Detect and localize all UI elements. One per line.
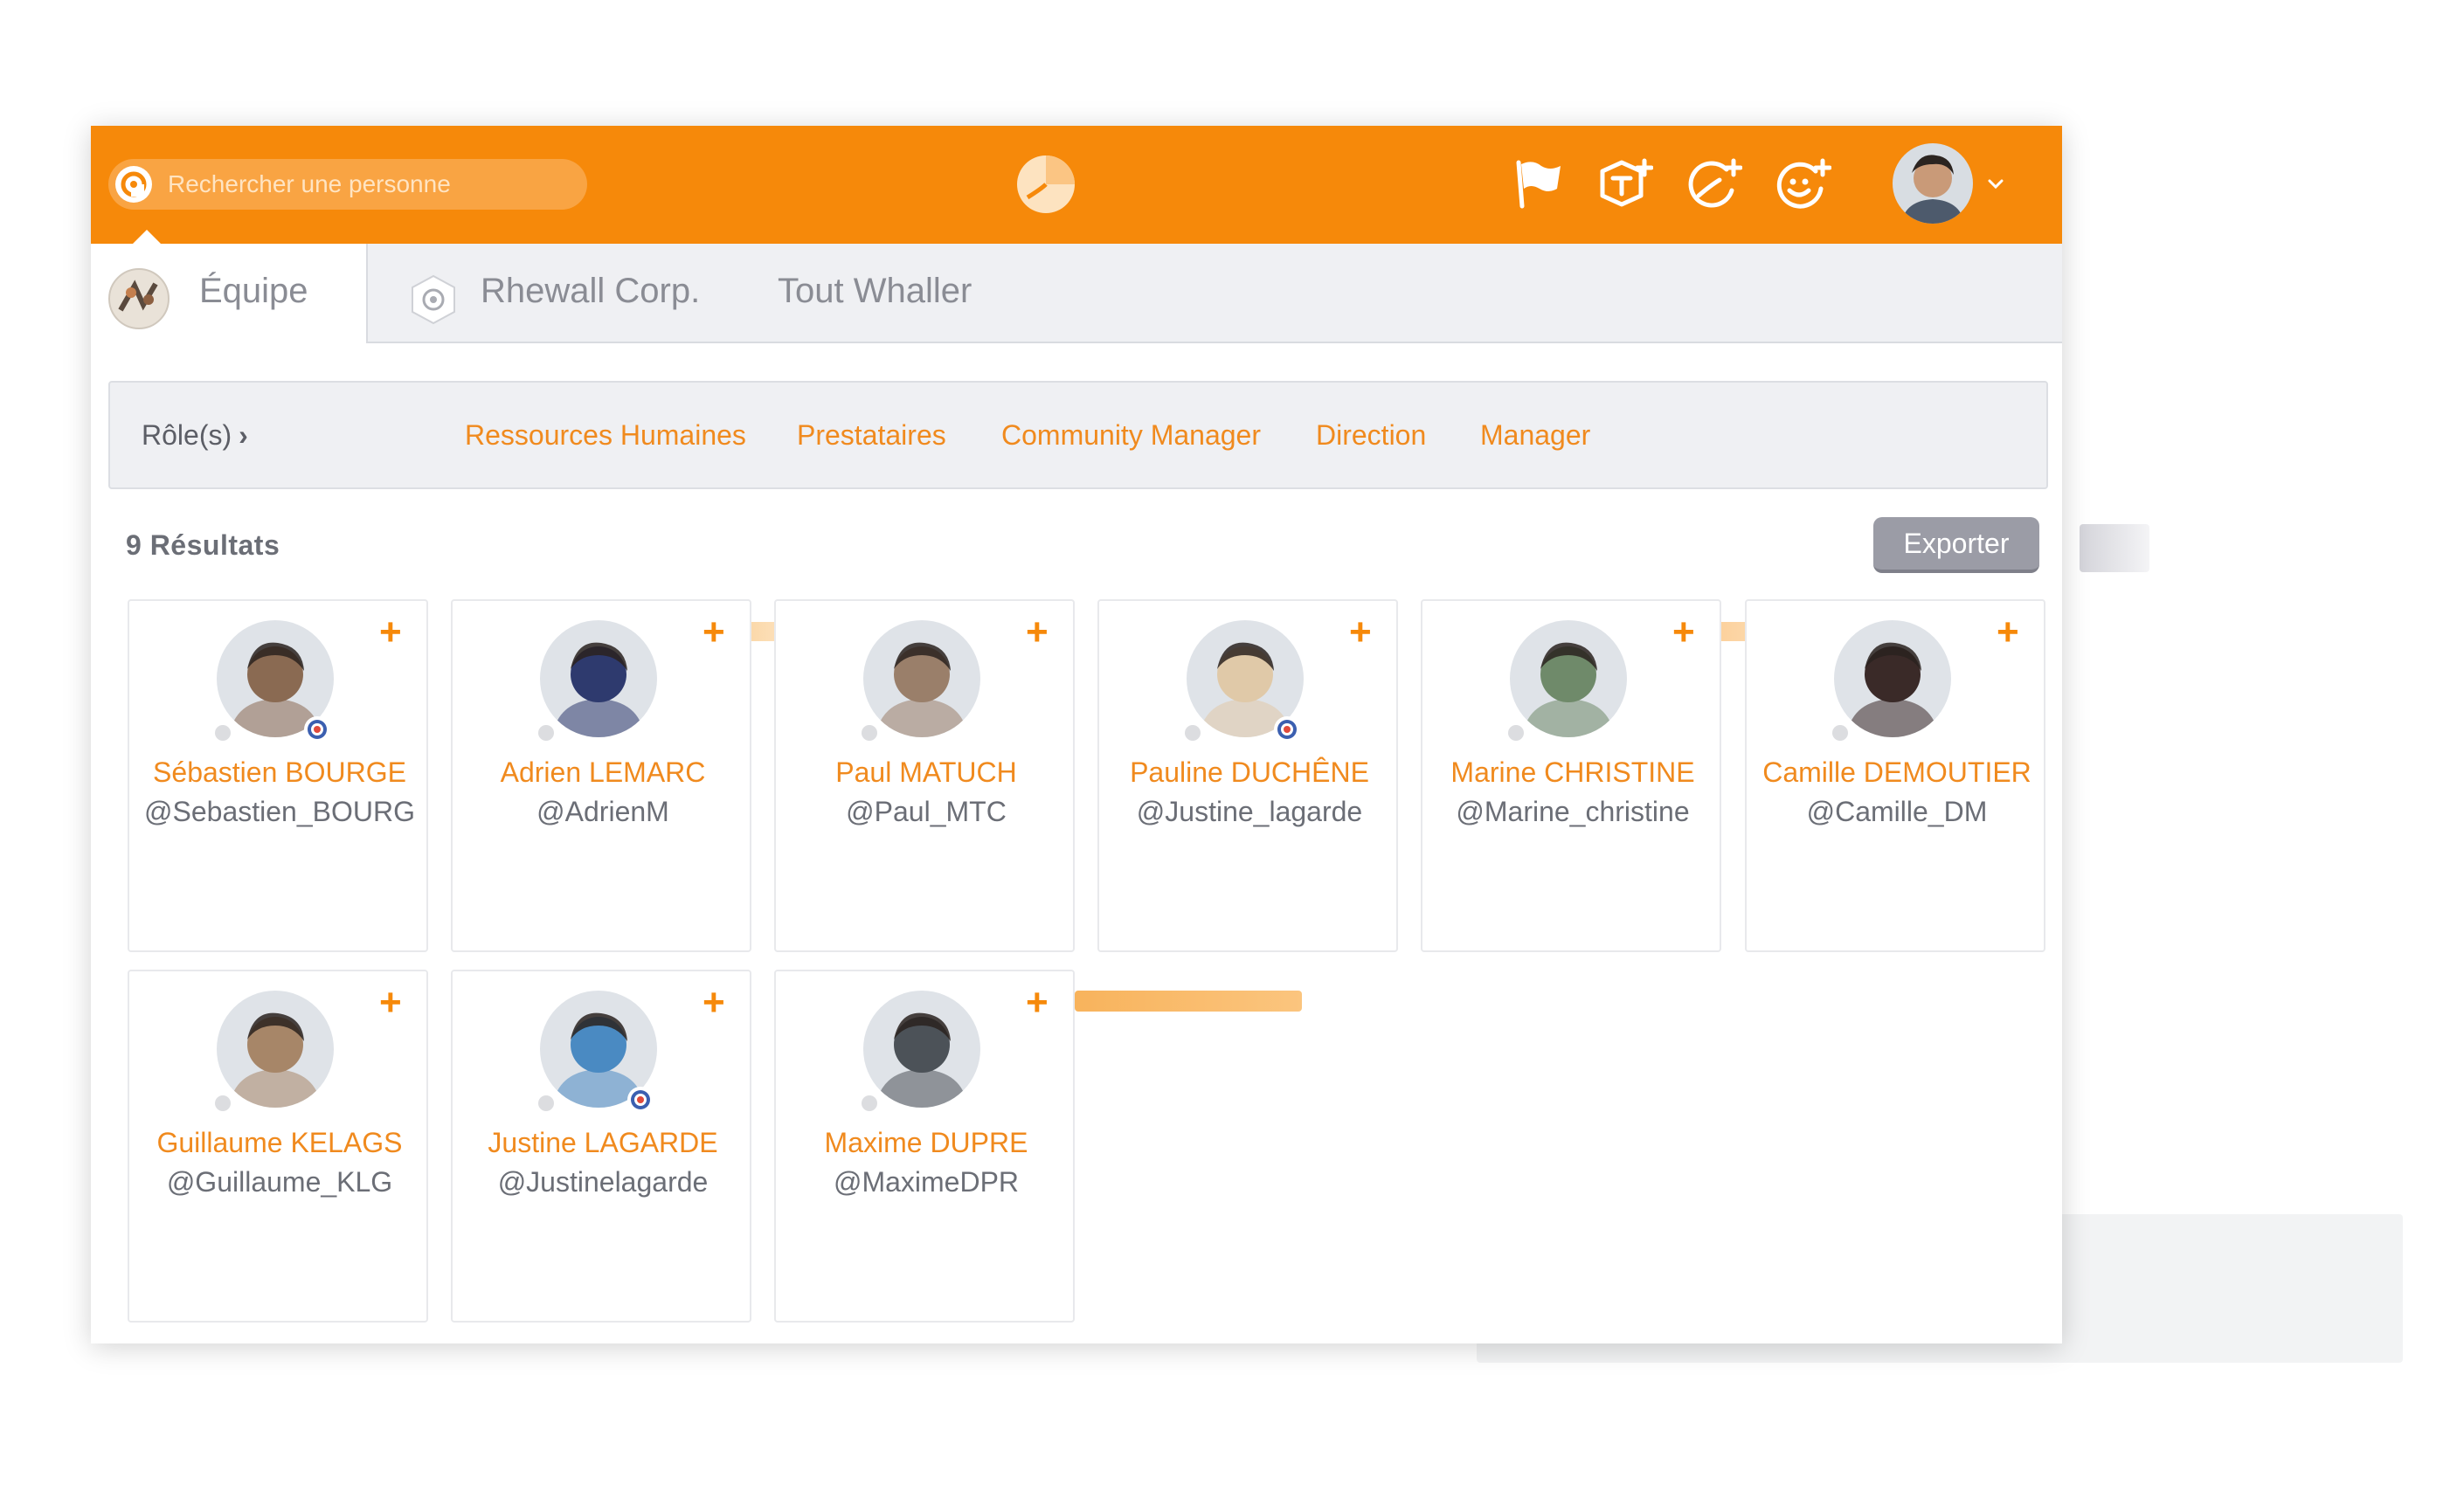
blur-accent [1075, 991, 1302, 1012]
results-count: 9 Résultats [126, 529, 280, 561]
roles-label: Rôle(s) [142, 419, 232, 451]
member-avatar[interactable] [863, 991, 980, 1108]
member-card[interactable]: + Sébastien BOURGE @Sebastien_BOURG [128, 599, 428, 952]
member-handle: @Guillaume_KLG [166, 1166, 393, 1198]
tab-bar: Équipe Rhewall Corp. Tout Whaller [91, 230, 2062, 343]
search-input[interactable] [166, 169, 571, 199]
member-name[interactable]: Guillaume KELAGS [129, 1127, 430, 1159]
presence-status-icon [215, 1095, 231, 1111]
admin-badge-icon [627, 1087, 654, 1113]
role-filter-community-manager[interactable]: Community Manager [1001, 419, 1261, 452]
member-name[interactable]: Maxime DUPRE [776, 1127, 1076, 1159]
presence-status-icon [538, 1095, 554, 1111]
add-contact-button[interactable]: + [379, 613, 402, 652]
presence-status-icon [1185, 725, 1201, 741]
export-button[interactable]: Exporter [1873, 517, 2039, 573]
presence-status-icon [1832, 725, 1848, 741]
tab-tout-whaller[interactable]: Tout Whaller [778, 272, 972, 311]
add-contact-button[interactable]: + [703, 613, 725, 652]
add-contact-button[interactable]: + [1672, 613, 1695, 652]
member-name[interactable]: Pauline DUCHÊNE [1099, 756, 1400, 789]
member-name[interactable]: Justine LAGARDE [453, 1127, 753, 1159]
member-handle: @Paul_MTC [846, 796, 1007, 827]
company-logo-icon [412, 274, 455, 325]
member-handle: @AdrienM [536, 796, 669, 827]
add-sphere-icon[interactable] [1686, 155, 1742, 211]
chevron-down-icon[interactable] [1985, 173, 2006, 194]
add-contact-button[interactable]: + [703, 984, 725, 1022]
roles-filter-toggle[interactable]: Rôle(s) › [142, 419, 248, 452]
member-handle: @MaximeDPR [833, 1166, 1020, 1198]
whaller-logo-icon [108, 159, 159, 210]
member-handle: @Justine_lagarde [1136, 796, 1363, 827]
role-filter-manager[interactable]: Manager [1480, 419, 1590, 452]
admin-badge-icon [1274, 716, 1300, 742]
add-contact-button[interactable]: + [1026, 613, 1049, 652]
member-card[interactable]: + Justine LAGARDE @Justinelagarde [451, 970, 751, 1323]
admin-badge-icon [304, 716, 330, 742]
member-card[interactable]: + Marine CHRISTINE @Marine_christine [1421, 599, 1721, 952]
member-avatar[interactable] [1834, 620, 1951, 737]
flag-icon[interactable] [1510, 155, 1566, 211]
presence-status-icon [862, 1095, 877, 1111]
app-window: Équipe Rhewall Corp. Tout Whaller Rôle(s… [91, 126, 2062, 1343]
member-handle: @Camille_DM [1806, 796, 1988, 827]
add-contact-icon[interactable] [1775, 155, 1831, 211]
member-avatar[interactable] [863, 620, 980, 737]
add-contact-button[interactable]: + [379, 984, 402, 1022]
member-name[interactable]: Paul MATUCH [776, 756, 1076, 789]
member-handle: @Marine_christine [1456, 796, 1690, 827]
role-filter-ressources-humaines[interactable]: Ressources Humaines [465, 419, 746, 452]
presence-status-icon [862, 725, 877, 741]
role-filter-prestataires[interactable]: Prestataires [797, 419, 946, 452]
tab-equipe[interactable]: Équipe [91, 230, 368, 343]
presence-status-icon [538, 725, 554, 741]
user-avatar[interactable] [1893, 143, 1973, 224]
presence-status-icon [215, 725, 231, 741]
member-avatar[interactable] [217, 991, 334, 1108]
tab-label: Équipe [199, 272, 308, 310]
member-card[interactable]: + Maxime DUPRE @MaximeDPR [774, 970, 1075, 1323]
add-contact-button[interactable]: + [1349, 613, 1372, 652]
member-card[interactable]: + Adrien LEMARC @AdrienM [451, 599, 751, 952]
member-card[interactable]: + Guillaume KELAGS @Guillaume_KLG [128, 970, 428, 1323]
member-card[interactable]: + Paul MATUCH @Paul_MTC [774, 599, 1075, 952]
member-name[interactable]: Camille DEMOUTIER [1747, 756, 2047, 789]
add-contact-button[interactable]: + [1997, 613, 2019, 652]
member-card[interactable]: + Pauline DUCHÊNE @Justine_lagarde [1097, 599, 1398, 952]
member-card[interactable]: + Camille DEMOUTIER @Camille_DM [1745, 599, 2045, 952]
top-bar [91, 126, 2062, 244]
role-filter-bar: Rôle(s) › Ressources Humaines Prestataire… [108, 381, 2048, 489]
add-contact-button[interactable]: + [1026, 984, 1049, 1022]
search-box[interactable] [108, 159, 587, 210]
team-avatar-icon [108, 268, 170, 329]
member-handle: @Justinelagarde [497, 1166, 709, 1198]
role-filter-direction[interactable]: Direction [1316, 419, 1426, 452]
member-name[interactable]: Marine CHRISTINE [1422, 756, 1723, 789]
member-name[interactable]: Adrien LEMARC [453, 756, 753, 789]
background-blur [2080, 524, 2149, 572]
tab-rhewall-corp[interactable]: Rhewall Corp. [481, 272, 700, 311]
member-handle: @Sebastien_BOURG [144, 796, 415, 827]
chevron-right-icon: › [239, 419, 248, 451]
member-avatar[interactable] [540, 620, 657, 737]
tab-caret [133, 230, 161, 244]
member-avatar[interactable] [1510, 620, 1627, 737]
member-name[interactable]: Sébastien BOURGE [129, 756, 430, 789]
add-box-icon[interactable] [1597, 155, 1653, 211]
home-logo-icon[interactable] [1015, 154, 1076, 215]
presence-status-icon [1508, 725, 1524, 741]
